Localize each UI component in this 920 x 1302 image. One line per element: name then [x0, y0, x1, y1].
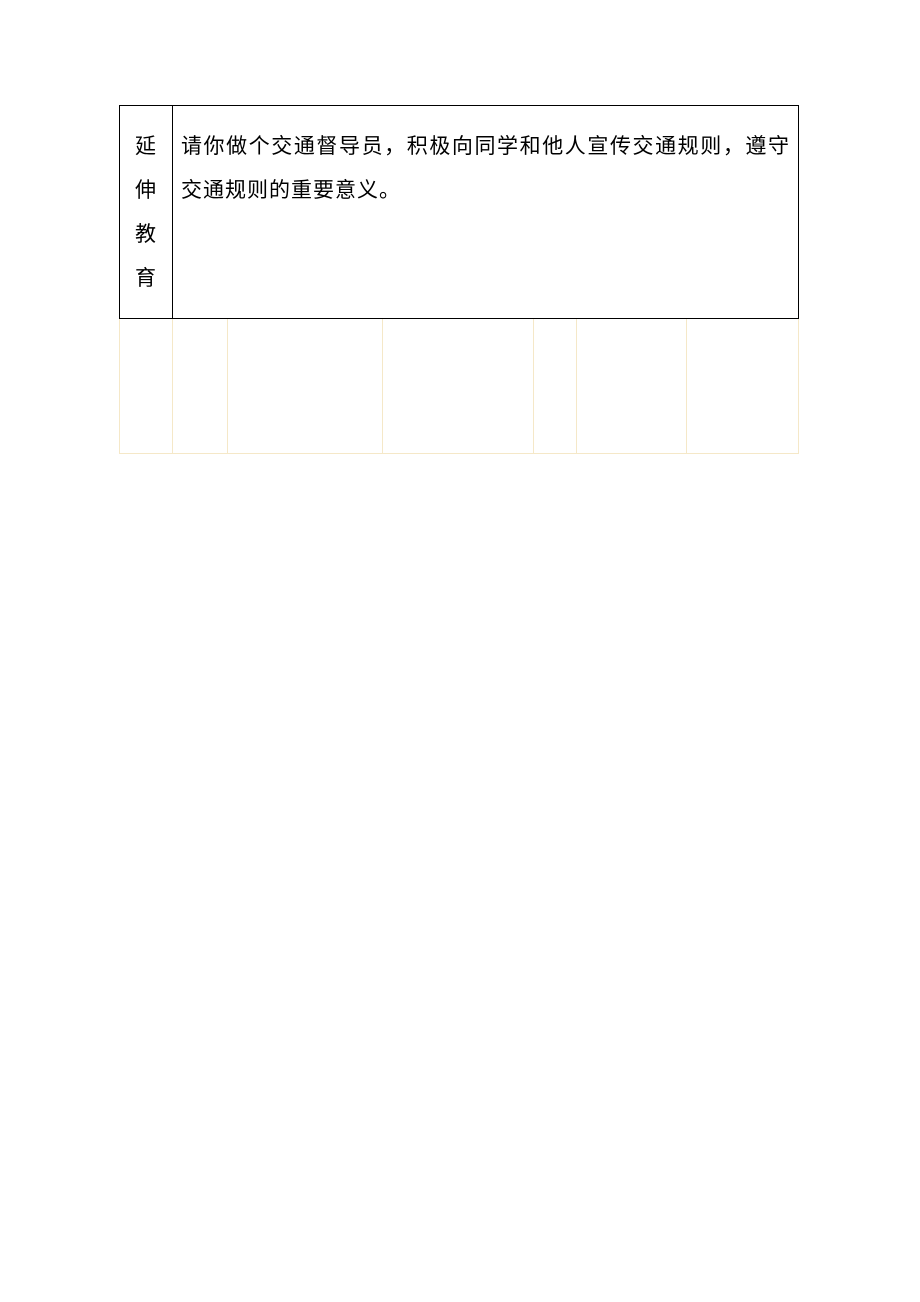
header-char-2: 伸 [135, 168, 157, 212]
document-table: 延 伸 教 育 请你做个交通督导员，积极向同学和他人宣传交通规则，遵守交通规则的… [119, 105, 799, 454]
header-char-1: 延 [135, 124, 157, 168]
empty-cell-2 [172, 319, 227, 454]
empty-cell-7 [687, 319, 799, 454]
table-row-2 [120, 319, 799, 454]
empty-cell-3 [227, 319, 382, 454]
empty-cell-5 [534, 319, 577, 454]
empty-cell-6 [577, 319, 687, 454]
empty-cell-1 [120, 319, 173, 454]
empty-cell-4 [382, 319, 534, 454]
section-content-text: 请你做个交通督导员，积极向同学和他人宣传交通规则，遵守交通规则的重要意义。 [181, 134, 790, 202]
section-header-cell: 延 伸 教 育 [120, 106, 173, 319]
vertical-header: 延 伸 教 育 [128, 124, 164, 300]
header-char-4: 育 [135, 256, 157, 300]
section-content-cell: 请你做个交通督导员，积极向同学和他人宣传交通规则，遵守交通规则的重要意义。 [172, 106, 798, 319]
header-char-3: 教 [135, 212, 157, 256]
table-row-1: 延 伸 教 育 请你做个交通督导员，积极向同学和他人宣传交通规则，遵守交通规则的… [120, 106, 799, 319]
